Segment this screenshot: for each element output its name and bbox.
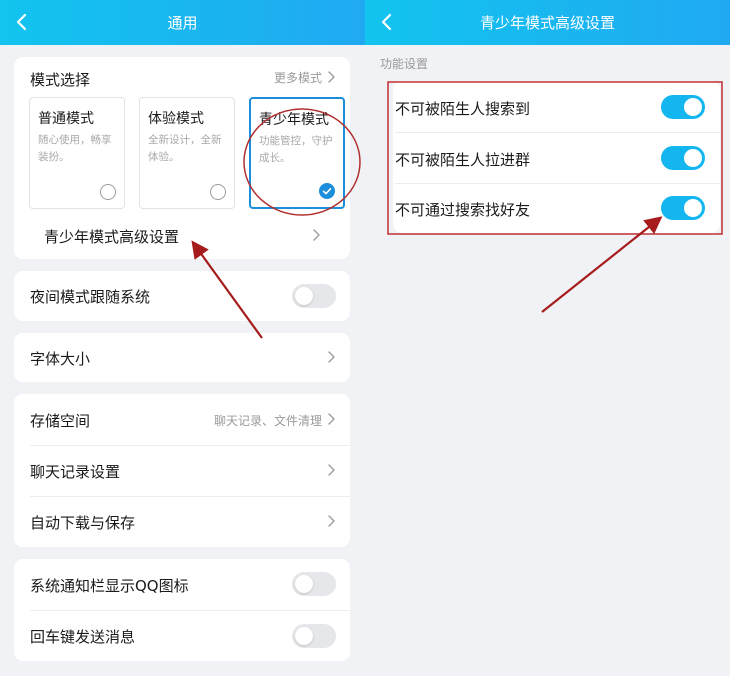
enter-send-toggle[interactable] — [292, 624, 336, 648]
mode-option-title: 青少年模式 — [259, 112, 329, 128]
stranger-group-toggle[interactable] — [661, 146, 705, 170]
auto-download-row[interactable]: 自动下载与保存 — [14, 497, 350, 547]
font-size-label: 字体大小 — [30, 350, 91, 368]
teen-advanced-settings-screen: 青少年模式高级设置 功能设置 不可被陌生人搜索到 不可被陌生人拉进群 不可通过搜… — [365, 0, 730, 676]
notify-icon-toggle[interactable] — [292, 572, 336, 596]
auto-download-label: 自动下载与保存 — [30, 514, 136, 532]
storage-row[interactable]: 存储空间 聊天记录、文件清理 — [14, 394, 350, 445]
stranger-search-label: 不可被陌生人搜索到 — [395, 100, 531, 118]
search-friends-row[interactable]: 不可通过搜索找好友 — [393, 184, 720, 233]
notify-icon-label: 系统通知栏显示QQ图标 — [30, 577, 189, 595]
teen-advanced-settings-link[interactable]: 青少年模式高级设置 — [44, 226, 179, 247]
header-bar: 青少年模式高级设置 — [365, 0, 730, 45]
night-mode-toggle[interactable] — [292, 284, 336, 308]
chevron-right-icon — [328, 464, 335, 476]
chat-settings-label: 聊天记录设置 — [30, 463, 121, 481]
enter-send-label: 回车键发送消息 — [30, 628, 136, 646]
storage-group-card: 存储空间 聊天记录、文件清理 聊天记录设置 自动下载与保存 — [14, 394, 350, 547]
mode-option-teen[interactable]: 青少年模式 功能管控，守护成长。 — [249, 97, 345, 209]
mode-option-desc: 随心使用，畅享装扮。 — [38, 134, 112, 163]
header-bar: 通用 — [0, 0, 365, 45]
stranger-group-row[interactable]: 不可被陌生人拉进群 — [393, 133, 720, 183]
mode-option-title: 体验模式 — [148, 111, 204, 127]
night-mode-row[interactable]: 夜间模式跟随系统 — [14, 271, 350, 321]
chat-settings-row[interactable]: 聊天记录设置 — [14, 446, 350, 496]
notify-icon-row[interactable]: 系统通知栏显示QQ图标 — [14, 559, 350, 610]
page-title: 通用 — [167, 14, 198, 32]
chevron-right-icon — [328, 351, 335, 363]
chevron-right-icon — [328, 515, 335, 527]
mode-option-desc: 全新设计，全新体验。 — [148, 134, 222, 163]
mode-option-title: 普通模式 — [38, 111, 94, 127]
radio-empty-icon[interactable] — [100, 184, 116, 200]
stranger-group-label: 不可被陌生人拉进群 — [395, 151, 531, 169]
radio-checked[interactable] — [319, 183, 335, 199]
general-settings-screen: 通用 模式选择 更多模式 普通模式 随心使用，畅享装扮。 体验模式 全新设计，全… — [0, 0, 365, 676]
section-label: 功能设置 — [380, 57, 429, 71]
chevron-right-icon — [313, 229, 320, 241]
storage-value: 聊天记录、文件清理 — [213, 414, 322, 428]
search-friends-toggle[interactable] — [661, 196, 705, 220]
page-title: 青少年模式高级设置 — [479, 14, 615, 32]
night-mode-label: 夜间模式跟随系统 — [30, 288, 151, 306]
radio-empty-icon[interactable] — [210, 184, 226, 200]
mode-option-desc: 功能管控，守护成长。 — [259, 135, 333, 164]
more-modes-link[interactable]: 更多模式 — [274, 69, 322, 86]
chevron-right-icon — [328, 413, 335, 425]
enter-send-row[interactable]: 回车键发送消息 — [14, 611, 350, 661]
stranger-search-toggle[interactable] — [661, 95, 705, 119]
stranger-search-row[interactable]: 不可被陌生人搜索到 — [393, 81, 720, 132]
font-size-row[interactable]: 字体大小 — [14, 333, 350, 382]
checkmark-icon — [322, 188, 332, 195]
mode-option-experience[interactable]: 体验模式 全新设计，全新体验。 — [139, 97, 235, 209]
mode-selection-header: 模式选择 — [30, 71, 91, 89]
message-options-card: 系统通知栏显示QQ图标 回车键发送消息 — [14, 559, 350, 661]
feature-settings-card: 不可被陌生人搜索到 不可被陌生人拉进群 不可通过搜索找好友 — [393, 81, 720, 233]
search-friends-label: 不可通过搜索找好友 — [395, 201, 531, 219]
chevron-right-icon — [328, 71, 335, 83]
mode-option-normal[interactable]: 普通模式 随心使用，畅享装扮。 — [29, 97, 125, 209]
storage-label: 存储空间 — [30, 412, 91, 430]
